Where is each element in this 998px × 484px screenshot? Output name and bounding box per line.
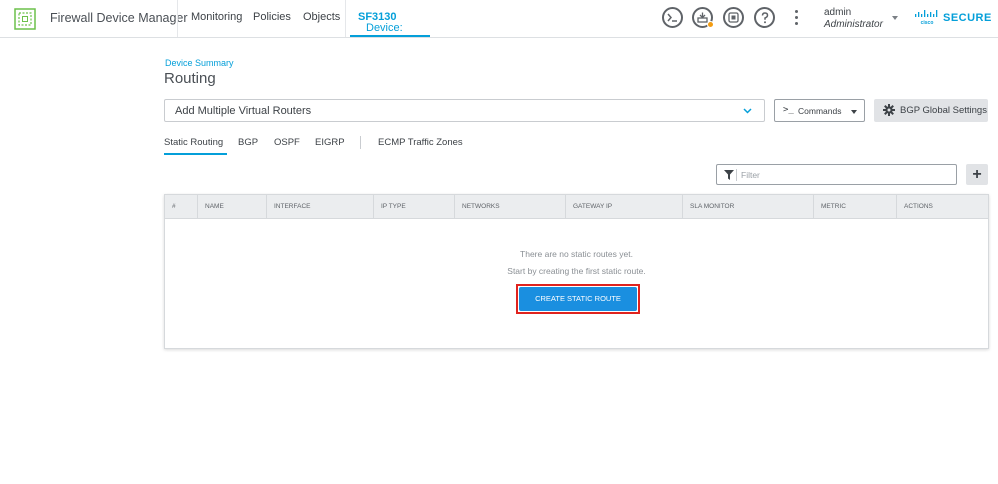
page-title: Routing	[164, 70, 216, 87]
column-header-interface[interactable]: INTERFACE	[266, 195, 373, 219]
user-role: Administrator	[824, 19, 883, 30]
app-title: Firewall Device Manager	[50, 11, 188, 25]
column-header-ip-type[interactable]: IP TYPE	[373, 195, 454, 219]
pending-changes-badge	[707, 21, 714, 28]
tab-ecmp-traffic-zones[interactable]: ECMP Traffic Zones	[378, 137, 463, 148]
filter-input[interactable]	[741, 167, 951, 182]
commands-label: Commands	[798, 106, 842, 116]
create-static-route-button[interactable]: CREATE STATIC ROUTE	[519, 287, 637, 311]
cisco-logo-icon: cisco	[915, 10, 938, 25]
nav-device-label: Device: SF3130	[358, 11, 403, 34]
column-header-sla-monitor[interactable]: SLA MONITOR	[682, 195, 813, 219]
filter-divider	[736, 169, 737, 181]
brand-secure: SECURE	[943, 12, 992, 24]
virtual-router-value: Add Multiple Virtual Routers	[175, 105, 312, 117]
top-navbar: Firewall Device Manager Monitoring Polic…	[0, 0, 998, 38]
deployment-icon[interactable]	[692, 7, 714, 28]
empty-state-title: There are no static routes yet.	[520, 249, 633, 259]
tab-bgp[interactable]: BGP	[238, 137, 258, 148]
nav-divider	[345, 0, 346, 37]
help-icon[interactable]	[754, 7, 775, 28]
terminal-icon: >_	[783, 105, 794, 115]
column-header-name[interactable]: NAME	[197, 195, 266, 219]
nav-divider	[177, 0, 178, 37]
chevron-down-icon	[743, 108, 752, 114]
static-routes-table: # NAME INTERFACE IP TYPE NETWORKS GATEWA…	[164, 194, 989, 349]
tab-eigrp[interactable]: EIGRP	[315, 137, 345, 148]
tab-ospf[interactable]: OSPF	[274, 137, 300, 148]
table-header: # NAME INTERFACE IP TYPE NETWORKS GATEWA…	[165, 195, 988, 219]
svg-text:cisco: cisco	[921, 20, 934, 25]
commands-button[interactable]: >_ Commands	[774, 99, 865, 122]
caret-down-icon	[851, 110, 857, 114]
column-header-number[interactable]: #	[165, 195, 197, 219]
bgp-global-settings-label: BGP Global Settings	[900, 105, 987, 116]
nav-policies[interactable]: Policies	[253, 11, 291, 23]
virtual-router-dropdown[interactable]: Add Multiple Virtual Routers	[164, 99, 765, 122]
tab-divider	[360, 136, 361, 149]
nav-monitoring[interactable]: Monitoring	[191, 11, 242, 23]
nav-device[interactable]: Device: SF3130	[350, 0, 430, 37]
gear-icon	[883, 104, 895, 116]
column-header-gateway-ip[interactable]: GATEWAY IP	[565, 195, 682, 219]
user-menu[interactable]: admin Administrator	[824, 7, 883, 31]
active-tab-indicator	[164, 153, 227, 155]
api-explorer-icon[interactable]	[723, 7, 744, 28]
filter-funnel-icon	[724, 170, 734, 180]
user-name: admin	[824, 7, 852, 18]
tab-static-routing[interactable]: Static Routing	[164, 137, 223, 148]
fdm-logo-icon[interactable]	[14, 8, 36, 30]
filter-box	[716, 164, 957, 185]
empty-state-hint: Start by creating the first static route…	[507, 266, 646, 276]
column-header-networks[interactable]: NETWORKS	[454, 195, 565, 219]
more-options-icon[interactable]	[793, 10, 799, 26]
cli-console-icon[interactable]	[662, 7, 683, 28]
nav-objects[interactable]: Objects	[303, 11, 340, 23]
device-prefix: Device:	[366, 22, 403, 34]
breadcrumb-device-summary[interactable]: Device Summary	[165, 58, 234, 68]
column-header-metric[interactable]: METRIC	[813, 195, 896, 219]
add-static-route-button[interactable]: +	[966, 164, 988, 185]
column-header-actions: ACTIONS	[896, 195, 988, 219]
bgp-global-settings-button[interactable]: BGP Global Settings	[874, 99, 988, 122]
user-menu-caret-icon[interactable]	[892, 16, 898, 20]
